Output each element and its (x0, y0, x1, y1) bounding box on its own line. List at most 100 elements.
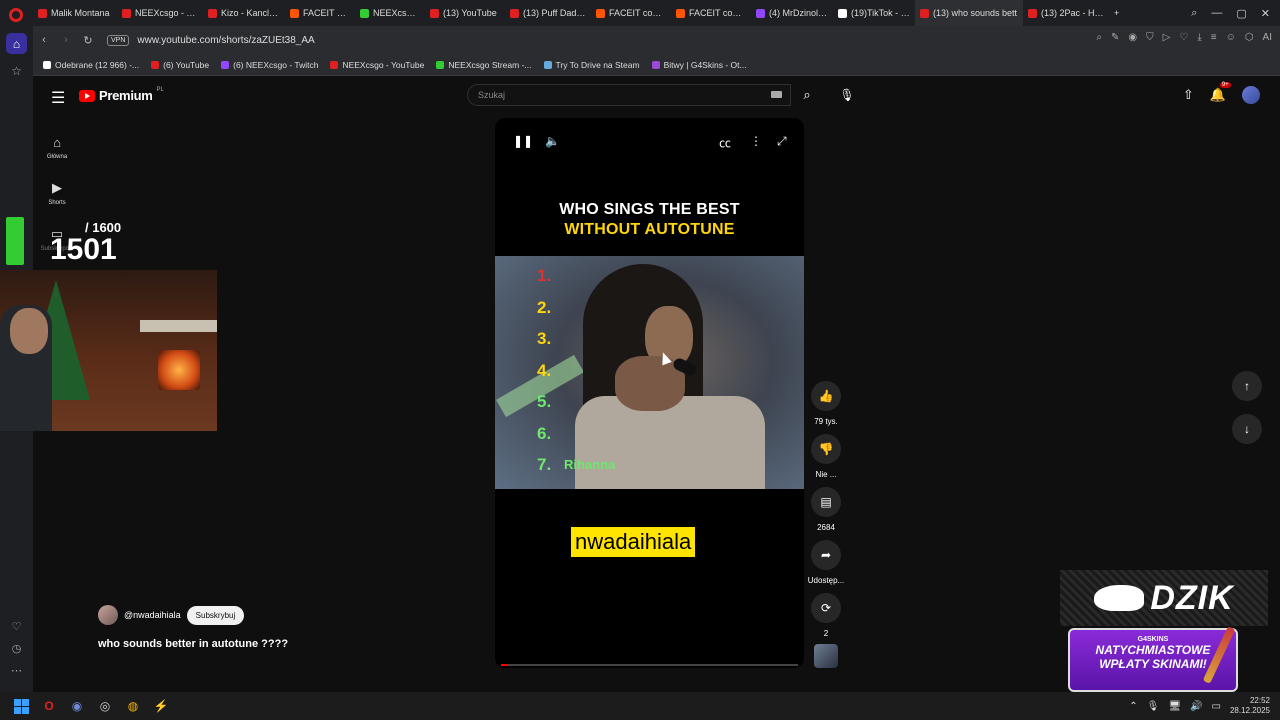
pause-icon[interactable]: ❚❚ (513, 134, 533, 148)
more-options-icon[interactable]: ⋮ (750, 134, 762, 148)
edit-icon[interactable]: ✎ (1111, 32, 1119, 43)
heart-icon[interactable]: ♡ (1179, 32, 1188, 43)
search-input[interactable]: Szukaj (467, 84, 791, 106)
upload-icon[interactable]: ⇧ (1183, 87, 1194, 103)
previous-short-button[interactable]: ↑ (1232, 371, 1262, 401)
goal-count: 1501 (50, 233, 117, 266)
browser-tab[interactable]: (13) 2Pac - Hit 'Em (1023, 0, 1109, 26)
share-button[interactable]: ➦ Udostęp... (803, 540, 849, 585)
bookmark-item[interactable]: Try To Drive na Steam (543, 60, 640, 70)
opera-logo-icon[interactable] (9, 8, 23, 22)
minimize-icon[interactable]: — (1211, 7, 1222, 19)
system-clock[interactable]: 22:52 28.12.2025 (1230, 696, 1270, 716)
hamburger-menu-icon[interactable]: ☰ (51, 88, 65, 108)
ai-button[interactable]: AI (1263, 32, 1272, 43)
tray-chevron-icon[interactable]: ⌃ (1129, 701, 1137, 712)
profile-icon[interactable]: ☺ (1226, 32, 1236, 43)
browser-tab[interactable]: Malik Montana (33, 0, 117, 26)
sidebar-item-home[interactable]: ⌂ Główna (33, 124, 81, 170)
search-tabs-icon[interactable]: ⌕ (1191, 7, 1197, 20)
browser-tab[interactable]: (19)TikTok - Mak (833, 0, 915, 26)
url-field[interactable]: www.youtube.com/shorts/zaZUEt38_AA (137, 35, 314, 46)
windows-start-icon[interactable] (12, 697, 30, 715)
play-icon[interactable]: ▷ (1163, 32, 1171, 43)
browser-tab[interactable]: (13) Puff Daddy [ (505, 0, 591, 26)
more-icon[interactable]: ⋯ (0, 664, 33, 686)
video-title[interactable]: who sounds better in autotune ???? (98, 638, 288, 650)
browser-tab[interactable]: NEEXcsgo Stream (355, 0, 425, 26)
tab-favicon-icon (676, 8, 685, 18)
channel-avatar[interactable] (98, 605, 118, 625)
bookmark-item[interactable]: (6) NEEXcsgo - Twitch (221, 60, 318, 70)
channel-handle[interactable]: @nwadaihiala (124, 610, 181, 620)
network-icon[interactable]: 🖥 (1168, 701, 1181, 712)
captions-icon[interactable]: ㏄ (719, 134, 731, 151)
volume-icon[interactable]: 🔈 (545, 134, 560, 148)
search-button[interactable]: ⌕ (793, 84, 821, 106)
like-button[interactable]: 👍 79 tys. (803, 381, 849, 426)
comments-button[interactable]: ▤ 2684 (803, 487, 849, 532)
remix-count: 2 (823, 629, 829, 638)
sound-thumbnail[interactable] (803, 644, 849, 668)
forward-icon[interactable]: › (55, 34, 77, 46)
heart-icon[interactable]: ♡ (0, 620, 33, 642)
obs-icon[interactable]: ◎ (96, 697, 114, 715)
discord-icon[interactable]: ◉ (68, 697, 86, 715)
battery-icon[interactable]: ▭ (1212, 701, 1221, 712)
video-heading-line2: WITHOUT AUTOTUNE (564, 221, 735, 238)
bookmark-item[interactable]: NEEXcsgo - YouTube (330, 60, 424, 70)
menu-icon[interactable]: ≡ (1211, 32, 1217, 43)
keyboard-icon[interactable] (771, 91, 782, 98)
cube-icon[interactable]: ⬡ (1245, 32, 1254, 43)
notifications-badge: 9+ (1219, 82, 1231, 88)
speaker-icon[interactable]: 🔊 (1190, 701, 1202, 712)
remix-button[interactable]: ⟳ 2 (803, 593, 849, 638)
avatar[interactable] (1242, 86, 1260, 104)
camera-icon[interactable]: ◉ (1128, 32, 1137, 43)
opera-icon[interactable]: O (40, 697, 58, 715)
reload-icon[interactable]: ↻ (77, 34, 99, 47)
bookmark-item[interactable]: (6) YouTube (151, 60, 209, 70)
star-icon[interactable]: ☆ (6, 60, 27, 81)
browser-tab[interactable]: NEEXcsgo - YouT (117, 0, 203, 26)
tab-favicon-icon (756, 8, 765, 18)
microphone-icon[interactable]: 🎙 (833, 84, 861, 106)
maximize-icon[interactable]: ▢ (1236, 7, 1246, 20)
short-video-player[interactable]: ❚❚ 🔈 ㏄ ⋮ ⤢ WHO SINGS THE BEST WITHOUT AU… (495, 118, 804, 668)
browser-tab[interactable]: FACEIT competiti (591, 0, 671, 26)
remix-icon: ⟳ (811, 593, 841, 623)
youtube-logo[interactable]: Premium PL (79, 87, 164, 103)
subscribe-button[interactable]: Subskrybuj (186, 605, 245, 625)
dislike-button[interactable]: 👎 Nie ... (803, 434, 849, 479)
browser-tab[interactable]: FACEIT competiti (671, 0, 751, 26)
tab-favicon-icon (1028, 8, 1037, 18)
bookmark-item[interactable]: Bitwy | G4Skins - Ot... (651, 60, 747, 70)
fullscreen-icon[interactable]: ⤢ (777, 134, 787, 149)
vpn-badge[interactable]: VPN (107, 34, 130, 46)
search-icon[interactable]: ⌕ (1096, 32, 1102, 43)
bookmark-item[interactable]: Odebrane (12 966) -... (43, 60, 139, 70)
browser-tab[interactable]: (13) YouTube (425, 0, 505, 26)
mic-tray-icon[interactable]: 🎙 (1147, 701, 1160, 712)
chrome-icon[interactable]: ◍ (124, 697, 142, 715)
browser-tab[interactable]: Kizo - Kanclerz al (203, 0, 285, 26)
close-icon[interactable]: ✕ (1261, 7, 1270, 20)
app-icon[interactable]: ⚡ (152, 697, 170, 715)
video-progress-bar[interactable] (501, 664, 798, 666)
download-icon[interactable]: ⤓ (1197, 32, 1201, 43)
history-icon[interactable]: ◷ (0, 642, 33, 664)
back-icon[interactable]: ‹ (33, 34, 55, 46)
sidebar-item-shorts[interactable]: ▶ Shorts (33, 170, 81, 216)
shield-icon[interactable]: ⛉ (1146, 32, 1154, 43)
browser-tab[interactable]: (13) who sounds bett (915, 0, 1023, 26)
browser-tab[interactable]: FACEIT competiti (285, 0, 355, 26)
sidebar-item-label: Główna (46, 153, 68, 160)
new-tab-button[interactable]: + (1109, 0, 1124, 26)
tab-favicon-icon (122, 8, 131, 18)
tab-label: NEEXcsgo Stream (373, 8, 420, 18)
browser-tab[interactable]: (4) MrDzinold - T (751, 0, 833, 26)
home-icon[interactable]: ⌂ (6, 33, 27, 54)
next-short-button[interactable]: ↓ (1232, 414, 1262, 444)
notifications-icon[interactable]: 🔔 9+ (1210, 82, 1231, 103)
bookmark-item[interactable]: NEEXcsgo Stream -... (436, 60, 532, 70)
